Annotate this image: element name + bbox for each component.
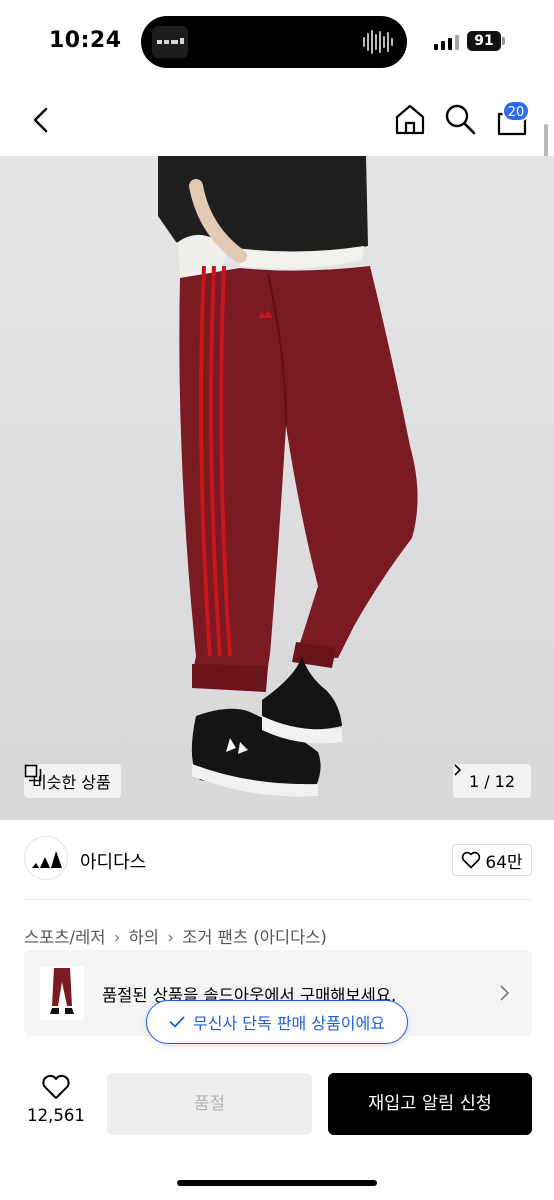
- similar-products-button[interactable]: 비슷한 상품: [24, 764, 121, 798]
- image-pager[interactable]: 1 / 12: [453, 764, 531, 798]
- wishlist-button[interactable]: 12,561: [20, 1074, 92, 1136]
- wishlist-count: 12,561: [27, 1106, 85, 1125]
- brand-name[interactable]: 아디다스: [80, 848, 146, 874]
- battery-tip: [502, 37, 505, 45]
- breadcrumb-separator: ›: [167, 928, 174, 947]
- dynamic-island[interactable]: [141, 16, 407, 68]
- adidas-logo-icon: [32, 851, 62, 868]
- breadcrumb: 스포츠/레저 › 하의 › 조거 팬츠 (아디다스): [24, 924, 327, 948]
- home-indicator[interactable]: [177, 1180, 377, 1186]
- restock-alert-button[interactable]: 재입고 알림 신청: [328, 1073, 532, 1135]
- chevron-right-icon: [500, 985, 510, 1001]
- back-arrow-icon[interactable]: [26, 104, 56, 136]
- exclusive-badge-label: 무신사 단독 판매 상품이에요: [193, 1014, 385, 1033]
- similar-products-label: 비슷한 상품: [32, 773, 111, 792]
- heart-icon: [462, 851, 481, 869]
- breadcrumb-item[interactable]: 조거 팬츠 (아디다스): [182, 928, 327, 947]
- status-bar: 10:24 91: [0, 0, 554, 84]
- soldout-button: 품절: [107, 1073, 312, 1135]
- home-icon[interactable]: [393, 102, 427, 136]
- search-icon[interactable]: [443, 102, 477, 136]
- top-navigation: [0, 84, 554, 156]
- breadcrumb-separator: ›: [113, 928, 121, 947]
- cellular-signal-icon: [434, 34, 460, 50]
- product-image[interactable]: 비슷한 상품 1 / 12: [0, 156, 554, 820]
- product-photo-illustration: [158, 156, 418, 797]
- breadcrumb-item[interactable]: 스포츠/레저: [24, 928, 105, 947]
- breadcrumb-item[interactable]: 하의: [129, 928, 159, 947]
- cart-count-badge: 20: [502, 100, 530, 122]
- divider: [24, 899, 532, 900]
- bottom-action-bar: 12,561 품절 재입고 알림 신청: [0, 1058, 554, 1200]
- similar-products-icon: [24, 764, 42, 782]
- image-pager-text: 1 / 12: [468, 771, 516, 791]
- brand-row: 아디다스 64만: [24, 836, 532, 884]
- chevron-right-icon: [454, 764, 461, 776]
- product-thumbnail: [40, 966, 84, 1020]
- heart-icon: [42, 1074, 70, 1099]
- audio-wave-icon: [363, 29, 393, 55]
- brand-like-count: 64만: [485, 852, 523, 873]
- status-time: 10:24: [49, 28, 122, 53]
- checkmark-icon: [169, 1016, 185, 1028]
- brand-logo[interactable]: [24, 836, 68, 880]
- battery-icon: 91: [467, 31, 501, 51]
- exclusive-badge[interactable]: 무신사 단독 판매 상품이에요: [146, 1000, 408, 1044]
- now-playing-thumbnail: [152, 26, 188, 58]
- brand-like-button[interactable]: 64만: [452, 844, 532, 876]
